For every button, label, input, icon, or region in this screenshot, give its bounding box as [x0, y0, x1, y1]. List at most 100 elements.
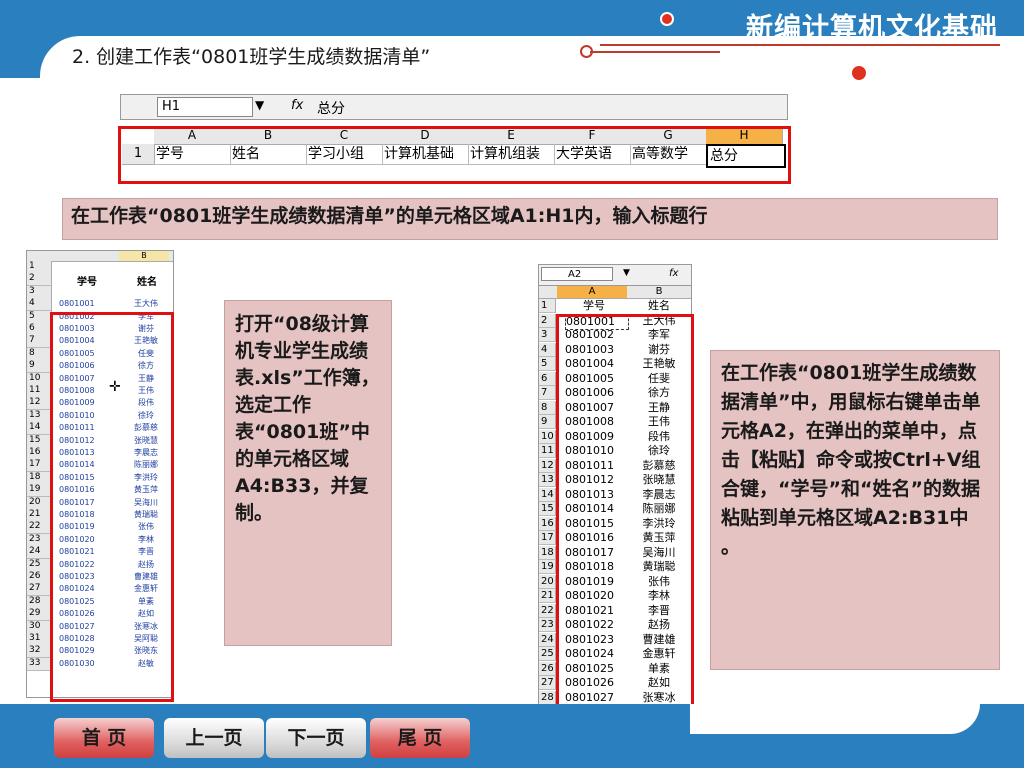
name-cell[interactable]: 赵如 — [123, 608, 169, 620]
name-cell[interactable]: 金惠轩 — [631, 647, 687, 661]
row-number[interactable]: 19 — [539, 560, 556, 574]
name-cell[interactable]: 曹建雄 — [123, 571, 169, 583]
row-number[interactable]: 18 — [539, 545, 556, 560]
column-header[interactable]: B — [629, 286, 689, 298]
row-number[interactable]: 7 — [27, 335, 52, 349]
id-cell[interactable]: 0801008 — [565, 415, 627, 429]
header-cell[interactable]: 学号 — [154, 144, 231, 165]
row-number[interactable]: 32 — [27, 645, 52, 659]
row-number[interactable]: 2 — [27, 273, 52, 287]
id-cell[interactable]: 0801005 — [59, 348, 117, 360]
header-cell[interactable]: 计算机组装 — [468, 144, 555, 165]
column-header[interactable]: C — [306, 126, 383, 145]
name-cell[interactable]: 张晓东 — [123, 645, 169, 657]
name-cell[interactable]: 张晓慧 — [631, 473, 687, 487]
id-cell[interactable]: 0801014 — [565, 502, 627, 516]
id-cell[interactable]: 0801027 — [59, 621, 117, 633]
name-box[interactable]: H1 — [157, 97, 253, 117]
row-number[interactable]: 26 — [27, 571, 52, 584]
name-cell[interactable]: 陈丽娜 — [631, 502, 687, 516]
id-cell[interactable]: 0801030 — [59, 658, 117, 670]
row-number[interactable]: 17 — [539, 531, 556, 545]
id-cell[interactable]: 0801010 — [565, 444, 627, 458]
id-cell[interactable]: 0801027 — [565, 691, 627, 705]
formula-value[interactable]: 总分 — [317, 98, 345, 118]
id-cell[interactable]: 0801013 — [565, 488, 627, 502]
row-number[interactable]: 10 — [539, 429, 556, 444]
id-cell[interactable]: 0801016 — [565, 531, 627, 545]
column-header[interactable]: B — [119, 251, 169, 261]
name-cell[interactable]: 王艳敏 — [631, 357, 687, 371]
name-cell[interactable]: 李林 — [123, 534, 169, 546]
id-cell[interactable]: 0801028 — [59, 633, 117, 645]
row-number[interactable]: 11 — [27, 385, 52, 398]
name-cell[interactable]: 张伟 — [631, 575, 687, 589]
id-cell[interactable]: 0801015 — [565, 517, 627, 531]
id-cell[interactable]: 0801024 — [565, 647, 627, 661]
name-cell[interactable]: 单素 — [631, 662, 687, 676]
row-number[interactable]: 33 — [27, 657, 52, 671]
id-cell[interactable]: 0801024 — [59, 583, 117, 595]
column-header[interactable]: E — [468, 126, 555, 145]
id-cell[interactable]: 0801004 — [59, 335, 117, 347]
row-number[interactable]: 14 — [27, 422, 52, 436]
id-cell[interactable]: 0801002 — [59, 311, 117, 323]
name-cell[interactable]: 吴海川 — [631, 546, 687, 560]
id-cell[interactable]: 0801021 — [59, 546, 117, 558]
name-cell[interactable]: 单素 — [123, 596, 169, 608]
name-cell[interactable]: 张寒冰 — [631, 691, 687, 705]
name-cell[interactable]: 吴海川 — [123, 497, 169, 509]
name-cell[interactable]: 徐玲 — [123, 410, 169, 422]
id-cell[interactable]: 0801029 — [59, 645, 117, 657]
id-cell[interactable]: 0801016 — [59, 484, 117, 496]
header-cell[interactable]: 学号 — [561, 299, 627, 313]
id-cell[interactable]: 0801018 — [565, 560, 627, 574]
name-cell[interactable]: 李军 — [631, 328, 687, 342]
fx-icon[interactable]: fx — [291, 98, 303, 113]
id-cell[interactable]: 0801009 — [565, 430, 627, 444]
row-number[interactable]: 25 — [27, 558, 52, 572]
row-number[interactable]: 19 — [27, 484, 52, 498]
header-cell[interactable]: 姓名 — [631, 299, 687, 313]
row-number[interactable]: 4 — [539, 342, 556, 357]
name-cell[interactable]: 谢芬 — [631, 343, 687, 357]
header-cell[interactable]: 学习小组 — [306, 144, 383, 165]
row-number[interactable]: 17 — [27, 459, 52, 473]
row-number[interactable]: 9 — [539, 415, 556, 429]
id-cell[interactable]: 0801012 — [565, 473, 627, 487]
column-header[interactable]: F — [554, 126, 631, 145]
id-cell[interactable]: 0801026 — [59, 608, 117, 620]
row-number[interactable]: 28 — [539, 690, 556, 705]
column-header[interactable]: D — [382, 126, 469, 145]
id-cell[interactable]: 0801023 — [565, 633, 627, 647]
id-cell[interactable]: 0801001 — [59, 298, 117, 310]
row-number[interactable]: 22 — [27, 521, 52, 535]
row-number[interactable]: 1 — [27, 261, 52, 274]
id-cell[interactable]: 0801010 — [59, 410, 117, 422]
header-cell[interactable]: 姓名 — [230, 144, 307, 165]
header-cell[interactable]: 高等数学 — [630, 144, 707, 165]
id-cell[interactable]: 0801006 — [565, 386, 627, 400]
row-number[interactable]: 4 — [27, 298, 52, 312]
row-number[interactable]: 12 — [27, 397, 52, 411]
name-cell[interactable]: 张伟 — [123, 521, 169, 533]
id-cell[interactable]: 0801006 — [59, 360, 117, 372]
id-cell[interactable]: 0801015 — [59, 472, 117, 484]
id-cell[interactable]: 0801020 — [59, 534, 117, 546]
id-cell[interactable]: 0801019 — [59, 521, 117, 533]
prev-page-button[interactable]: 上一页 — [164, 718, 264, 758]
name-box[interactable]: A2 — [541, 267, 613, 281]
dropdown-arrow-icon[interactable]: ▼ — [255, 98, 264, 112]
row-number[interactable]: 16 — [27, 447, 52, 460]
id-cell[interactable]: 0801004 — [565, 357, 627, 371]
row-number[interactable]: 28 — [27, 595, 52, 609]
name-cell[interactable]: 陈丽娜 — [123, 459, 169, 471]
row-number[interactable]: 6 — [27, 323, 52, 336]
column-header[interactable]: G — [630, 126, 707, 145]
name-cell[interactable]: 李晋 — [631, 604, 687, 618]
row-number[interactable]: 3 — [27, 285, 52, 299]
column-header[interactable]: H — [706, 126, 783, 145]
row-number[interactable]: 26 — [539, 661, 556, 676]
name-cell[interactable]: 王静 — [631, 401, 687, 415]
row-number[interactable]: 6 — [539, 371, 556, 386]
